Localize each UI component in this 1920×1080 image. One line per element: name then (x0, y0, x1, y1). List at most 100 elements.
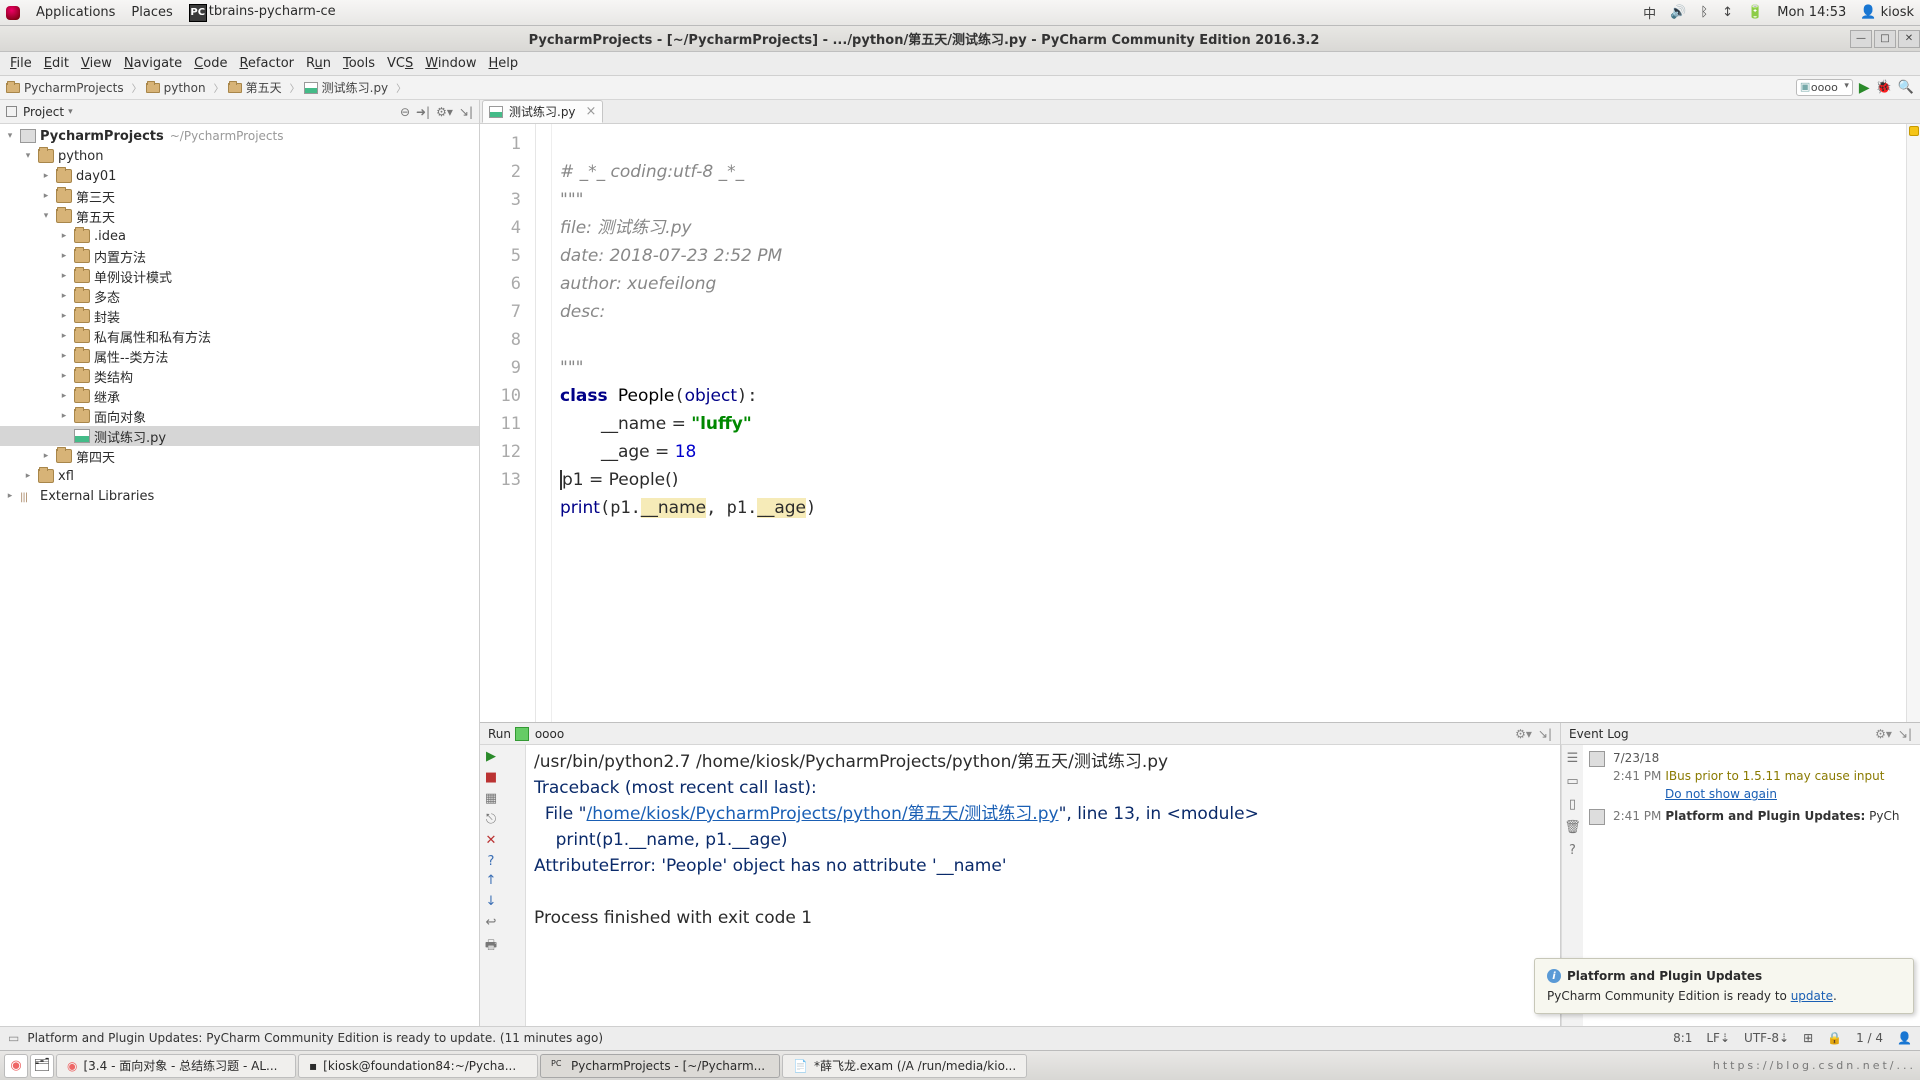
menu-file[interactable]: File (4, 56, 38, 71)
tree-node-folder[interactable]: ▸.idea (0, 226, 479, 246)
breadcrumb-root[interactable]: PycharmProjects (20, 81, 128, 95)
update-notification-popup[interactable]: iPlatform and Plugin Updates PyCharm Com… (1534, 958, 1914, 1014)
tree-node-folder[interactable]: ▸day01 (0, 166, 479, 186)
line-separator[interactable]: LF⇣ (1706, 1031, 1730, 1045)
tree-node-file-selected[interactable]: 测试练习.py (0, 426, 479, 446)
hide-panel-icon[interactable]: ↘| (1538, 727, 1552, 741)
warning-marker[interactable] (1909, 126, 1919, 136)
breadcrumb-item[interactable]: 第五天 (242, 79, 286, 96)
tree-node-folder[interactable]: ▾第五天 (0, 206, 479, 226)
tree-node-folder[interactable]: ▸多态 (0, 286, 479, 306)
update-link[interactable]: update (1791, 989, 1833, 1003)
tree-node-folder[interactable]: ▸单例设计模式 (0, 266, 479, 286)
run-config-dropdown[interactable]: ᴏᴏᴏᴏ (1796, 79, 1853, 96)
collapse-all-icon[interactable]: ⊖ (400, 105, 410, 119)
tree-node-folder[interactable]: ▸内置方法 (0, 246, 479, 266)
battery-icon[interactable]: 🔋 (1747, 5, 1763, 20)
tree-node-folder[interactable]: ▸第四天 (0, 446, 479, 466)
gear-icon[interactable]: ⚙▾ (1515, 727, 1532, 741)
project-header-label[interactable]: Project (23, 105, 64, 119)
file-encoding[interactable]: UTF-8⇣ (1744, 1031, 1789, 1045)
menu-code[interactable]: Code (188, 56, 233, 71)
volume-icon[interactable]: 🔊 (1670, 5, 1686, 20)
help-icon[interactable]: ? (488, 854, 495, 869)
tree-node-folder[interactable]: ▸封装 (0, 306, 479, 326)
tree-node-folder[interactable]: ▸第三天 (0, 186, 479, 206)
tree-node-folder[interactable]: ▸类结构 (0, 366, 479, 386)
lock-icon[interactable]: 🔒 (1827, 1031, 1842, 1045)
mark-read-icon[interactable]: ▭ (1566, 774, 1578, 789)
fold-column[interactable] (536, 124, 552, 722)
up-arrow-icon[interactable]: ↑ (486, 873, 497, 888)
taskbar-window-button[interactable]: ▪[kiosk@foundation84:~/Pycha... (298, 1054, 538, 1078)
breadcrumb-item[interactable]: python (160, 81, 210, 95)
run-console[interactable]: /usr/bin/python2.7 /home/kiosk/PycharmPr… (526, 745, 1560, 1026)
down-arrow-icon[interactable]: ↓ (486, 894, 497, 909)
taskbar-window-button[interactable]: 📄*薛飞龙.exam (/A /run/media/kio... (782, 1054, 1027, 1078)
soft-wrap-icon[interactable]: ↩ (486, 915, 497, 930)
menu-navigate[interactable]: Navigate (118, 56, 188, 71)
tree-node-folder[interactable]: ▾python (0, 146, 479, 166)
menu-help[interactable]: Help (483, 56, 525, 71)
input-method-icon[interactable]: 中 (1643, 3, 1656, 22)
running-app-indicator[interactable]: PCtbrains-pycharm-ce (189, 4, 336, 22)
user-menu[interactable]: 👤 kiosk (1860, 5, 1914, 20)
scroll-to-source-icon[interactable]: ➜| (416, 105, 430, 119)
expand-icon[interactable]: ▯ (1569, 797, 1576, 812)
search-everywhere-icon[interactable]: 🔍 (1898, 80, 1914, 95)
traceback-file-link[interactable]: /home/kiosk/PycharmProjects/python/第五天/测… (586, 804, 1058, 824)
run-config-name[interactable]: ᴏᴏᴏᴏ (535, 727, 564, 741)
menu-vcs[interactable]: VCS (381, 56, 419, 71)
memory-indicator-icon[interactable]: 👤 (1897, 1031, 1912, 1045)
dump-threads-icon[interactable]: ▦ (485, 791, 497, 806)
context-menu-icon[interactable]: ⊞ (1803, 1031, 1813, 1045)
menu-tools[interactable]: Tools (337, 56, 381, 71)
hide-panel-icon[interactable]: ↘| (1898, 727, 1912, 741)
stop-icon[interactable]: ■ (485, 770, 497, 785)
close-button[interactable]: ✕ (1898, 30, 1920, 48)
editor-tab[interactable]: 测试练习.py × (482, 100, 603, 123)
tree-node-project-root[interactable]: ▾PycharmProjects~/PycharmProjects (0, 126, 479, 146)
run-button-icon[interactable]: ▶ (1859, 80, 1870, 96)
do-not-show-again-link[interactable]: Do not show again (1665, 787, 1777, 801)
settings-icon[interactable]: ☰ (1567, 751, 1579, 766)
applications-menu[interactable]: Applications (36, 5, 115, 20)
clock[interactable]: Mon 14:53 (1777, 5, 1846, 20)
tree-node-folder[interactable]: ▸xfl (0, 466, 479, 486)
menu-window[interactable]: Window (419, 56, 482, 71)
exit-icon[interactable]: ⎋ (486, 812, 496, 827)
help-icon[interactable]: ? (1569, 843, 1576, 858)
tree-node-folder[interactable]: ▸继承 (0, 386, 479, 406)
close-tab-icon[interactable]: × (586, 104, 597, 119)
menu-view[interactable]: View (75, 56, 118, 71)
close-icon[interactable]: ✕ (486, 833, 497, 848)
debug-button-icon[interactable]: 🐞 (1876, 80, 1892, 95)
taskbar-window-button[interactable]: ◉[3.4 - 面向对象 - 总结练习题 - AL... (56, 1054, 296, 1078)
minimize-button[interactable]: — (1850, 30, 1872, 48)
maximize-button[interactable]: □ (1874, 30, 1896, 48)
chevron-down-icon[interactable]: ▾ (68, 107, 73, 117)
caret-position[interactable]: 8:1 (1673, 1031, 1692, 1045)
tree-node-folder[interactable]: ▸属性--类方法 (0, 346, 479, 366)
gear-icon[interactable]: ⚙▾ (436, 105, 453, 119)
firefox-launcher[interactable]: ◉ (4, 1054, 28, 1078)
project-tree[interactable]: ▾PycharmProjects~/PycharmProjects ▾pytho… (0, 124, 479, 1026)
network-icon[interactable]: ↕ (1722, 5, 1733, 20)
breadcrumb-item[interactable]: 测试练习.py (318, 79, 393, 96)
code-editor[interactable]: 12345678910111213 # _*_ coding:utf-8 _*_… (480, 124, 1920, 722)
menu-refactor[interactable]: Refactor (233, 56, 300, 71)
bluetooth-icon[interactable]: ᛒ (1700, 5, 1708, 20)
rerun-icon[interactable]: ▶ (486, 749, 496, 764)
error-stripe[interactable] (1906, 124, 1920, 722)
trash-icon[interactable]: 🗑 (1564, 820, 1581, 835)
menu-edit[interactable]: Edit (38, 56, 75, 71)
print-icon[interactable]: 🖶 (485, 936, 497, 958)
status-tool-icon[interactable]: ▭ (8, 1031, 19, 1045)
tree-node-external-libs[interactable]: ▸External Libraries (0, 486, 479, 506)
files-launcher[interactable]: 🗂 (30, 1054, 54, 1078)
tree-node-folder[interactable]: ▸私有属性和私有方法 (0, 326, 479, 346)
code-content[interactable]: # _*_ coding:utf-8 _*_ """ file: 测试练习.py… (552, 124, 1906, 722)
menu-run[interactable]: Run (300, 56, 337, 71)
gear-icon[interactable]: ⚙▾ (1875, 727, 1892, 741)
taskbar-window-button[interactable]: PCPycharmProjects - [~/Pycharm... (540, 1054, 780, 1078)
